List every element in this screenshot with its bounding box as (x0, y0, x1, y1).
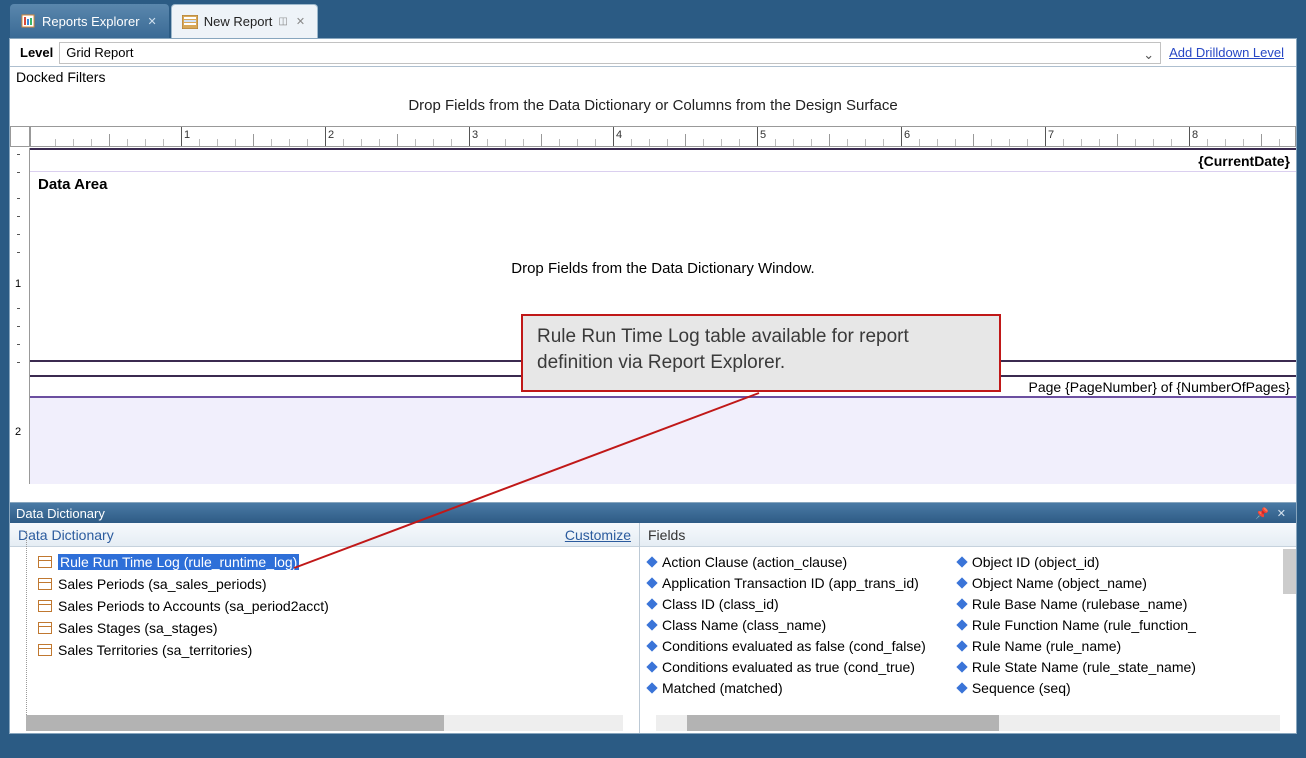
field-icon (646, 619, 657, 630)
field-label: Application Transaction ID (app_trans_id… (662, 575, 919, 591)
close-icon[interactable]: ✕ (294, 15, 307, 28)
level-select[interactable]: Grid Report ⌄ (59, 42, 1161, 64)
field-label: Class ID (class_id) (662, 596, 779, 612)
field-label: Conditions evaluated as true (cond_true) (662, 659, 915, 675)
field-icon (956, 640, 967, 651)
close-icon[interactable]: ✕ (146, 15, 159, 28)
field-icon (646, 661, 657, 672)
table-icon (38, 556, 52, 568)
field-label: Sequence (seq) (972, 680, 1071, 696)
tab-reports-explorer-label: Reports Explorer (42, 14, 140, 29)
field-icon (956, 619, 967, 630)
field-item[interactable]: Rule Function Name (rule_function_ (956, 614, 1196, 635)
field-item[interactable]: Action Clause (action_clause) (646, 551, 926, 572)
field-icon (956, 661, 967, 672)
field-item[interactable]: Rule Base Name (rulebase_name) (956, 593, 1196, 614)
table-item[interactable]: Rule Run Time Log (rule_runtime_log) (10, 551, 639, 573)
field-item[interactable]: Conditions evaluated as true (cond_true) (646, 656, 926, 677)
data-dictionary-titlebar[interactable]: Data Dictionary 📌 ✕ (10, 503, 1296, 523)
field-icon (956, 598, 967, 609)
field-label: Conditions evaluated as false (cond_fals… (662, 638, 926, 654)
field-item[interactable]: Application Transaction ID (app_trans_id… (646, 572, 926, 593)
customize-link[interactable]: Customize (565, 527, 631, 543)
field-label: Class Name (class_name) (662, 617, 826, 633)
field-item[interactable]: Object Name (object_name) (956, 572, 1196, 593)
annotation-text: Rule Run Time Log table available for re… (537, 326, 909, 373)
field-label: Object Name (object_name) (972, 575, 1147, 591)
field-item[interactable]: Class ID (class_id) (646, 593, 926, 614)
field-label: Rule Base Name (rulebase_name) (972, 596, 1188, 612)
tab-new-report[interactable]: New Report ◫ ✕ (171, 4, 318, 38)
annotation-callout: Rule Run Time Log table available for re… (521, 314, 1001, 392)
vertical-ruler: 1 2 (10, 148, 30, 484)
table-label: Sales Periods to Accounts (sa_period2acc… (58, 598, 329, 614)
tab-new-report-label: New Report (204, 14, 273, 29)
pin-icon[interactable]: 📌 (1251, 507, 1273, 520)
field-item[interactable]: Rule State Name (rule_state_name) (956, 656, 1196, 677)
reports-explorer-icon (20, 13, 36, 29)
field-item[interactable]: Sequence (seq) (956, 677, 1196, 698)
docked-filters-label: Docked Filters (10, 67, 1296, 87)
data-dictionary-header: Data Dictionary (18, 527, 114, 543)
field-item[interactable]: Object ID (object_id) (956, 551, 1196, 572)
field-icon (646, 682, 657, 693)
data-dictionary-panel: Data Dictionary 📌 ✕ Data Dictionary Cust… (10, 502, 1296, 733)
field-label: Object ID (object_id) (972, 554, 1100, 570)
fields-pane: Fields Action Clause (action_clause) Appl… (640, 523, 1296, 733)
field-icon (956, 577, 967, 588)
add-drilldown-link[interactable]: Add Drilldown Level (1161, 45, 1292, 60)
field-label: Action Clause (action_clause) (662, 554, 847, 570)
table-item[interactable]: Sales Periods to Accounts (sa_period2acc… (10, 595, 639, 617)
field-icon (956, 682, 967, 693)
field-item[interactable]: Matched (matched) (646, 677, 926, 698)
popout-icon[interactable]: ◫ (278, 16, 287, 27)
field-icon (956, 556, 967, 567)
data-dictionary-tree-pane: Data Dictionary Customize Rule Run Time … (10, 523, 640, 733)
table-icon (38, 600, 52, 612)
new-report-icon (182, 14, 198, 30)
table-item[interactable]: Sales Stages (sa_stages) (10, 617, 639, 639)
table-label: Sales Territories (sa_territories) (58, 642, 252, 658)
table-icon (38, 644, 52, 656)
field-label: Rule Function Name (rule_function_ (972, 617, 1196, 633)
horizontal-ruler: 12345678 (10, 126, 1296, 148)
table-label: Rule Run Time Log (rule_runtime_log) (58, 554, 299, 570)
table-icon (38, 622, 52, 634)
horizontal-scrollbar[interactable] (26, 715, 623, 731)
level-bar: Level Grid Report ⌄ Add Drilldown Level (10, 39, 1296, 67)
close-icon[interactable]: ✕ (1273, 507, 1290, 520)
data-area-hint: Drop Fields from the Data Dictionary Win… (30, 260, 1296, 277)
field-item[interactable]: Conditions evaluated as false (cond_fals… (646, 635, 926, 656)
table-item[interactable]: Sales Periods (sa_sales_periods) (10, 573, 639, 595)
fields-header: Fields (648, 527, 685, 543)
level-label: Level (14, 45, 59, 60)
tab-reports-explorer[interactable]: Reports Explorer ✕ (10, 4, 169, 38)
field-label: Rule State Name (rule_state_name) (972, 659, 1196, 675)
table-icon (38, 578, 52, 590)
field-label: Matched (matched) (662, 680, 783, 696)
field-icon (646, 577, 657, 588)
field-item[interactable]: Rule Name (rule_name) (956, 635, 1196, 656)
tab-strip: Reports Explorer ✕ New Report ◫ ✕ (4, 4, 1302, 38)
table-label: Sales Stages (sa_stages) (58, 620, 218, 636)
vertical-scrollbar[interactable] (1283, 549, 1296, 594)
table-item[interactable]: Sales Territories (sa_territories) (10, 639, 639, 661)
field-icon (646, 598, 657, 609)
report-header-band[interactable]: {CurrentDate} (30, 148, 1296, 172)
chevron-down-icon: ⌄ (1143, 47, 1154, 63)
tables-tree[interactable]: Rule Run Time Log (rule_runtime_log) Sale… (10, 547, 639, 715)
data-area-title: Data Area (38, 176, 107, 193)
current-date-placeholder: {CurrentDate} (1198, 153, 1290, 169)
table-label: Sales Periods (sa_sales_periods) (58, 576, 267, 592)
drop-fields-hint: Drop Fields from the Data Dictionary or … (10, 87, 1296, 126)
level-select-value: Grid Report (66, 45, 133, 60)
field-icon (646, 640, 657, 651)
page-footer-text: Page {PageNumber} of {NumberOfPages} (1028, 379, 1290, 395)
data-dictionary-title: Data Dictionary (16, 506, 105, 521)
field-item[interactable]: Class Name (class_name) (646, 614, 926, 635)
field-icon (646, 556, 657, 567)
field-label: Rule Name (rule_name) (972, 638, 1121, 654)
horizontal-scrollbar[interactable] (656, 715, 1280, 731)
